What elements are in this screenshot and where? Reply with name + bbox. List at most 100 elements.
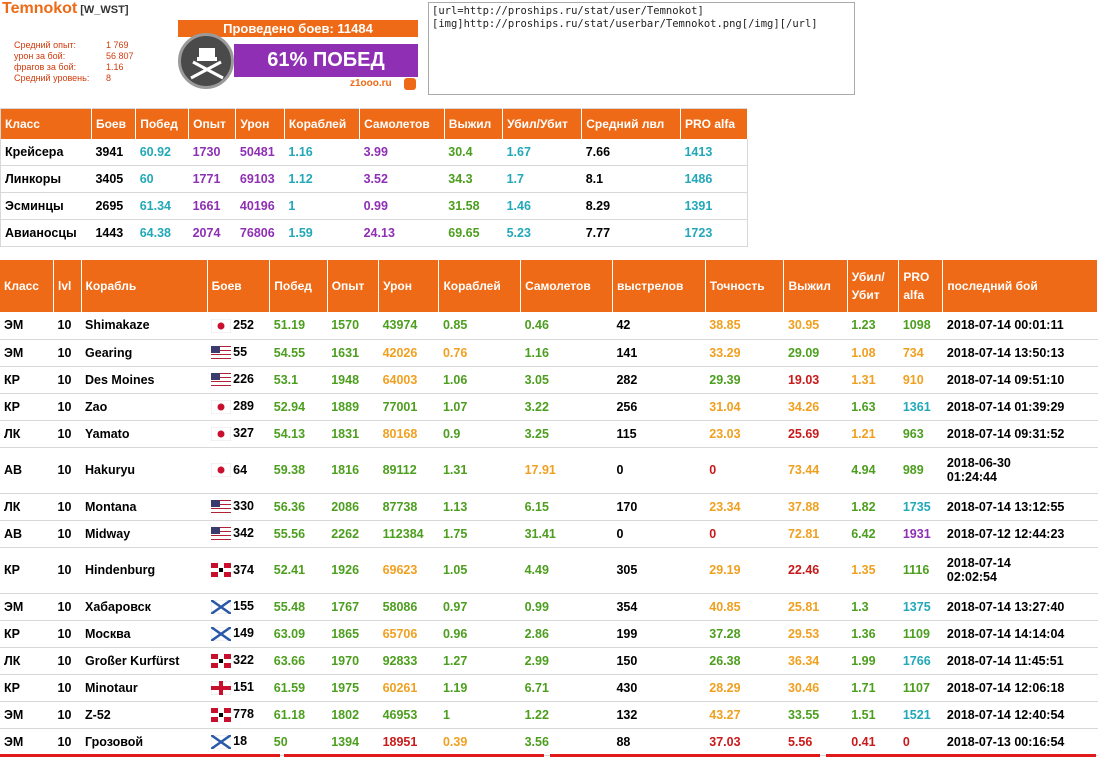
cell-win: 51.19 <box>269 312 328 340</box>
cell-last: 2018-07-14 13:12:55 <box>942 493 1098 521</box>
cell-kd: 1.31 <box>847 366 899 394</box>
table-cell: 1771 <box>188 165 236 193</box>
table-cell: 8.1 <box>581 165 681 193</box>
cell-acc: 29.19 <box>705 547 784 594</box>
table-cell: 1.67 <box>502 138 582 166</box>
cell-ship[interactable]: Zao <box>81 393 208 421</box>
cell-xp: 1816 <box>327 447 379 494</box>
cell-last: 2018-06-30 01:24:44 <box>942 447 1098 494</box>
cell-pro: 1361 <box>898 393 943 421</box>
cell-acc: 31.04 <box>705 393 784 421</box>
table-cell: 1443 <box>91 219 136 247</box>
cell-last: 2018-07-12 12:44:23 <box>942 520 1098 548</box>
japan-flag-icon <box>210 399 232 415</box>
stat-key: фрагов за бой: <box>14 62 77 72</box>
userbar-image[interactable]: Temnokot [W_WST] Проведено боев: 11484 Ср… <box>0 0 420 96</box>
cell-ship[interactable]: Midway <box>81 520 208 548</box>
column-header: Убил/Убит <box>502 108 583 139</box>
cell-lvl: 10 <box>53 647 82 675</box>
cell-dmg: 92833 <box>378 647 439 675</box>
table-cell: 8.29 <box>581 192 681 220</box>
cell-kd: 0.41 <box>847 728 899 756</box>
cell-kd: 1.35 <box>847 547 899 594</box>
cell-kills: 1 <box>438 701 521 729</box>
cell-pro: 1931 <box>898 520 943 548</box>
cell-shots: 42 <box>612 312 706 340</box>
table-row: Крейсера 3941 60.92 1730 50481 1.16 3.99 30.4 1.… <box>0 138 748 166</box>
stat-key: Средний опыт: <box>14 40 77 50</box>
cell-ship[interactable]: Москва <box>81 620 208 648</box>
cell-ship[interactable]: Montana <box>81 493 208 521</box>
cell-acc: 43.27 <box>705 701 784 729</box>
cell-ship[interactable]: Gearing <box>81 339 208 367</box>
cell-kills: 0.39 <box>438 728 521 756</box>
cell-ship[interactable]: Des Moines <box>81 366 208 394</box>
cell-ship[interactable]: Hakuryu <box>81 447 208 494</box>
cell-battles: 322 <box>207 647 270 675</box>
cell-xp: 1926 <box>327 547 379 594</box>
cell-cls: ЛК <box>0 420 54 448</box>
table-row: КР 10 Hindenburg 374 52.41 1926 69623 1.05 4.49 3… <box>0 547 1098 594</box>
cell-acc: 28.29 <box>705 674 784 702</box>
cell-ship[interactable]: Hindenburg <box>81 547 208 594</box>
cell-last: 2018-07-14 11:45:51 <box>942 647 1098 675</box>
table-cell: 1.16 <box>284 138 360 166</box>
cell-surv: 34.26 <box>783 393 848 421</box>
cell-acc: 26.38 <box>705 647 784 675</box>
cell-lvl: 10 <box>53 366 82 394</box>
cell-xp: 1970 <box>327 647 379 675</box>
cell-kd: 6.42 <box>847 520 899 548</box>
table-cell: 7.66 <box>581 138 681 166</box>
cell-lvl: 10 <box>53 447 82 494</box>
cell-cls: ЭМ <box>0 593 54 621</box>
cell-lvl: 10 <box>53 728 82 756</box>
cell-last: 2018-07-14 09:51:10 <box>942 366 1098 394</box>
cell-shots: 170 <box>612 493 706 521</box>
cell-ship[interactable]: Shimakaze <box>81 312 208 340</box>
cell-xp: 1948 <box>327 366 379 394</box>
cell-cls: ЭМ <box>0 312 54 340</box>
column-header: lvl <box>53 260 82 312</box>
cell-last: 2018-07-14 14:14:04 <box>942 620 1098 648</box>
cell-kills: 1.75 <box>438 520 521 548</box>
cell-kd: 1.82 <box>847 493 899 521</box>
stat-key: урон за бой: <box>14 51 66 61</box>
cell-ship[interactable]: Yamato <box>81 420 208 448</box>
germany-flag-icon <box>211 707 232 722</box>
table-cell: 2074 <box>188 219 236 247</box>
cell-ship[interactable]: Хабаровск <box>81 593 208 621</box>
clan-tag: [W_WST] <box>80 4 129 16</box>
cell-dmg: 60261 <box>378 674 439 702</box>
bbcode-textarea[interactable]: [url=http://proships.ru/stat/user/Temnok… <box>428 2 855 95</box>
cell-kd: 1.21 <box>847 420 899 448</box>
cell-last: 2018-07-14 12:06:18 <box>942 674 1098 702</box>
column-header: Боев <box>91 108 137 139</box>
table-cell: 1723 <box>680 219 748 247</box>
column-header: последний бой <box>942 260 1098 312</box>
cell-planes: 4.49 <box>520 547 613 594</box>
cell-acc: 29.39 <box>705 366 784 394</box>
stat-value: 1 769 <box>106 40 129 50</box>
cell-lvl: 10 <box>53 701 82 729</box>
cell-acc: 38.85 <box>705 312 784 340</box>
cell-ship[interactable]: Großer Kurfürst <box>81 647 208 675</box>
column-header: Опыт <box>188 108 237 139</box>
cell-shots: 430 <box>612 674 706 702</box>
column-header: Точность <box>705 260 785 312</box>
table-row: КР 10 Москва 149 63.09 1865 65706 0.96 2.86 199 37… <box>0 620 1098 648</box>
stat-value: 8 <box>106 73 112 83</box>
cell-pro: 1766 <box>898 647 943 675</box>
cell-ship[interactable]: Z-52 <box>81 701 208 729</box>
column-header: Корабль <box>81 260 208 312</box>
cell-shots: 141 <box>612 339 706 367</box>
cell-dmg: 77001 <box>378 393 439 421</box>
table-cell: 1486 <box>680 165 748 193</box>
cell-kd: 1.08 <box>847 339 899 367</box>
win-rate-bar: 61% ПОБЕД <box>234 44 418 77</box>
cell-ship[interactable]: Minotaur <box>81 674 208 702</box>
cell-shots: 0 <box>612 447 706 494</box>
table-row: ЭМ 10 Грозовой 18 50 1394 18951 0.39 3.56 88 37.03… <box>0 728 1098 756</box>
cell-ship[interactable]: Грозовой <box>81 728 208 756</box>
germany-flag-icon <box>211 653 232 668</box>
column-header: Опыт <box>327 260 380 312</box>
